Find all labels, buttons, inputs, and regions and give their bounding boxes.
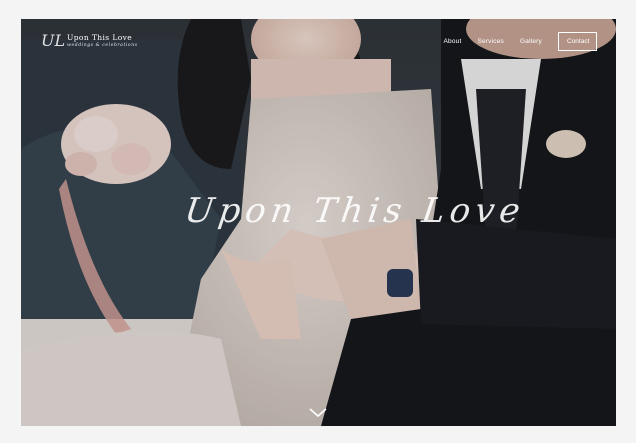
site-logo[interactable]: UL Upon This Love weddings & celebration… [41, 31, 138, 51]
main-nav: About Services Gallery Contact [443, 32, 597, 51]
contact-button[interactable]: Contact [558, 32, 597, 51]
logo-monogram: UL [41, 31, 66, 50]
nav-gallery[interactable]: Gallery [520, 38, 542, 45]
chevron-down-icon[interactable] [308, 405, 328, 419]
hero-headline: Upon This Love [182, 191, 528, 231]
hero-frame: UL Upon This Love weddings & celebration… [21, 19, 616, 426]
site-name: Upon This Love [67, 33, 133, 42]
nav-about[interactable]: About [443, 38, 461, 45]
logo-text: Upon This Love weddings & celebrations [67, 34, 138, 48]
nav-services[interactable]: Services [477, 38, 504, 45]
site-tagline: weddings & celebrations [67, 42, 138, 48]
